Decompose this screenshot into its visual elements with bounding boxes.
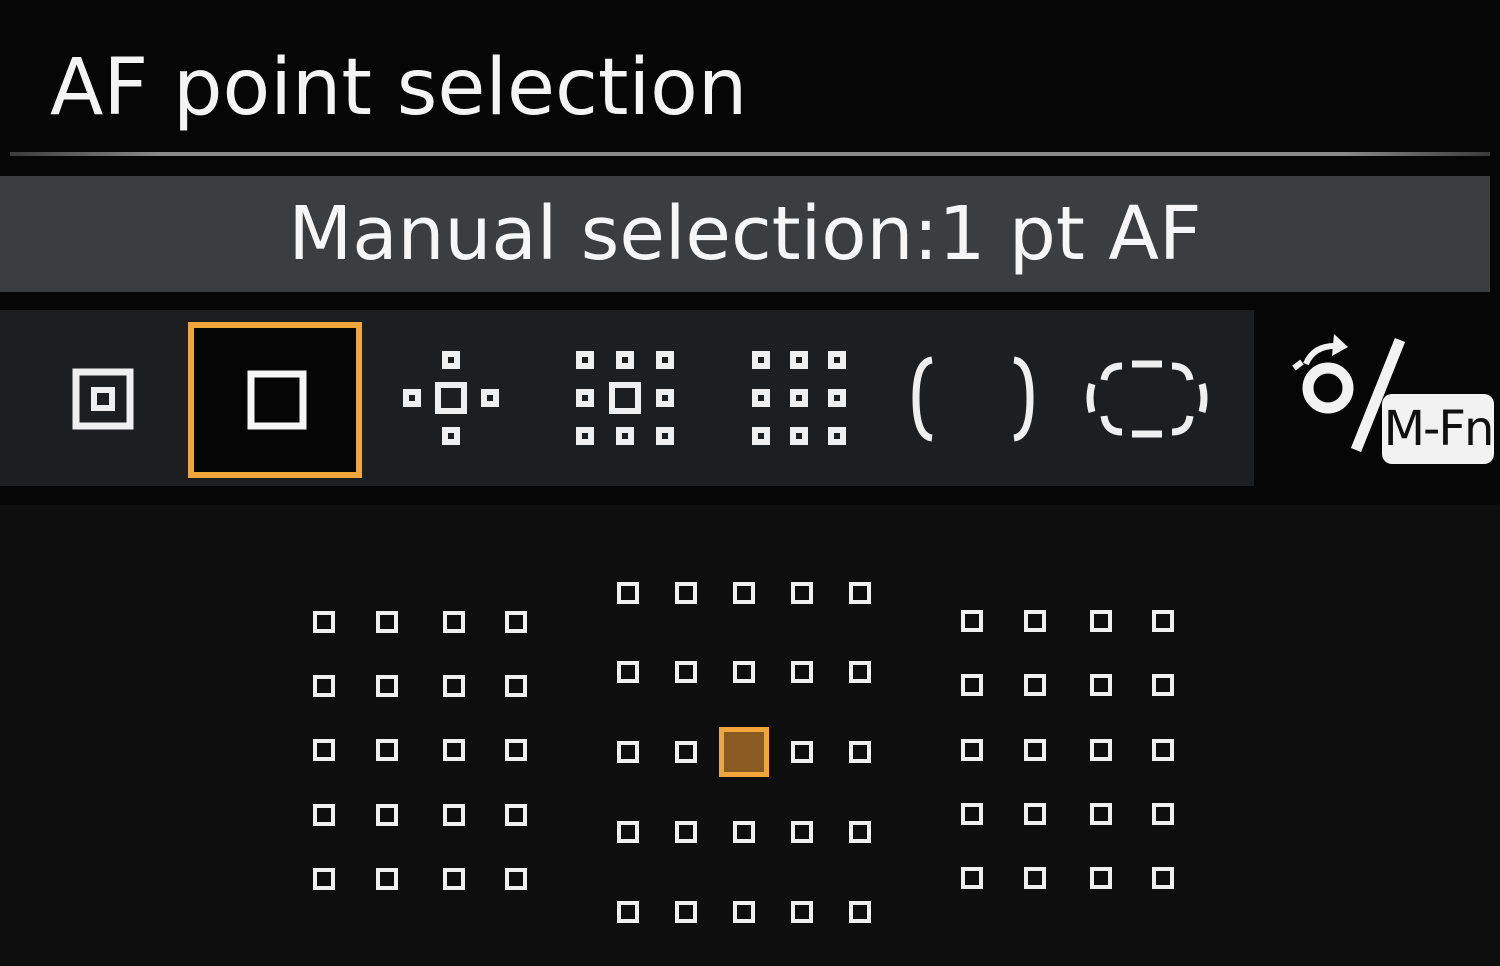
af-point-grid — [0, 505, 1500, 966]
af-point[interactable] — [443, 804, 465, 826]
af-point[interactable] — [675, 661, 697, 683]
large-zone-vertical-icon — [912, 356, 1034, 442]
af-point[interactable] — [617, 741, 639, 763]
af-point[interactable] — [1090, 739, 1112, 761]
af-point[interactable] — [849, 821, 871, 843]
expand-af-surround-icon — [576, 351, 674, 445]
af-point[interactable] — [505, 804, 527, 826]
af-point[interactable] — [1024, 674, 1046, 696]
af-point[interactable] — [376, 611, 398, 633]
af-point[interactable] — [1024, 867, 1046, 889]
af-point[interactable] — [675, 741, 697, 763]
title-divider — [10, 152, 1490, 156]
mode-option-zone-af[interactable] — [712, 322, 886, 478]
large-zone-horizontal-icon — [1086, 360, 1208, 438]
af-point[interactable] — [961, 610, 983, 632]
af-point[interactable] — [376, 804, 398, 826]
af-point[interactable] — [1152, 739, 1174, 761]
zone-af-icon — [752, 351, 846, 445]
af-point[interactable] — [617, 661, 639, 683]
af-point[interactable] — [961, 867, 983, 889]
mode-banner: Manual selection:1 pt AF — [0, 176, 1490, 292]
expand-af-cross-icon — [403, 351, 499, 445]
af-point[interactable] — [376, 675, 398, 697]
af-point[interactable] — [505, 739, 527, 761]
spot-af-icon — [72, 368, 134, 430]
af-point[interactable] — [1024, 610, 1046, 632]
af-point[interactable] — [1152, 610, 1174, 632]
af-point[interactable] — [849, 901, 871, 923]
af-point[interactable] — [791, 901, 813, 923]
af-point[interactable] — [849, 661, 871, 683]
af-point[interactable] — [376, 739, 398, 761]
mode-option-expand-af-cross[interactable] — [364, 322, 538, 478]
af-point[interactable] — [617, 901, 639, 923]
af-point[interactable] — [617, 821, 639, 843]
af-point[interactable] — [505, 868, 527, 890]
af-point[interactable] — [675, 582, 697, 604]
af-point[interactable] — [791, 661, 813, 683]
af-point[interactable] — [313, 675, 335, 697]
af-point[interactable] — [443, 739, 465, 761]
af-point[interactable] — [733, 661, 755, 683]
af-point[interactable] — [313, 739, 335, 761]
mode-option-1-pt-af[interactable] — [188, 322, 362, 478]
af-point[interactable] — [443, 611, 465, 633]
af-point[interactable] — [849, 582, 871, 604]
af-point[interactable] — [1024, 739, 1046, 761]
mode-option-spot-af[interactable] — [16, 322, 190, 478]
mode-option-expand-af-surround[interactable] — [538, 322, 712, 478]
af-point[interactable] — [1152, 867, 1174, 889]
af-point[interactable] — [505, 675, 527, 697]
m-fn-badge: M-Fn — [1382, 394, 1494, 464]
af-point[interactable] — [733, 901, 755, 923]
af-point[interactable] — [1024, 803, 1046, 825]
af-point[interactable] — [849, 741, 871, 763]
af-point[interactable] — [733, 582, 755, 604]
af-point[interactable] — [617, 582, 639, 604]
mode-option-large-zone-vertical[interactable] — [886, 322, 1060, 478]
af-point[interactable] — [313, 804, 335, 826]
af-point[interactable] — [791, 582, 813, 604]
af-point[interactable] — [961, 674, 983, 696]
af-point[interactable] — [1090, 674, 1112, 696]
af-mode-selector — [0, 310, 1254, 486]
af-point[interactable] — [791, 741, 813, 763]
mode-switch-hint: M-Fn — [1290, 330, 1496, 470]
af-point[interactable] — [313, 868, 335, 890]
af-point[interactable] — [376, 868, 398, 890]
af-point[interactable] — [733, 821, 755, 843]
af-point[interactable] — [505, 611, 527, 633]
af-point[interactable] — [1090, 867, 1112, 889]
single-point-af-icon — [247, 370, 307, 430]
af-point[interactable] — [1090, 610, 1112, 632]
af-point[interactable] — [961, 739, 983, 761]
af-point[interactable] — [313, 611, 335, 633]
af-point[interactable] — [675, 901, 697, 923]
af-point[interactable] — [1152, 803, 1174, 825]
af-point[interactable] — [1152, 674, 1174, 696]
af-point[interactable] — [1090, 803, 1112, 825]
af-point-selected[interactable] — [719, 727, 769, 777]
af-point[interactable] — [443, 868, 465, 890]
af-point[interactable] — [443, 675, 465, 697]
page-title: AF point selection — [50, 43, 748, 133]
af-point-selection-screen: AF point selection Manual selection:1 pt… — [0, 0, 1500, 966]
mode-option-large-zone-horizontal[interactable] — [1060, 322, 1234, 478]
mode-label: Manual selection:1 pt AF — [288, 191, 1202, 277]
af-point[interactable] — [791, 821, 813, 843]
af-point[interactable] — [675, 821, 697, 843]
af-point[interactable] — [961, 803, 983, 825]
